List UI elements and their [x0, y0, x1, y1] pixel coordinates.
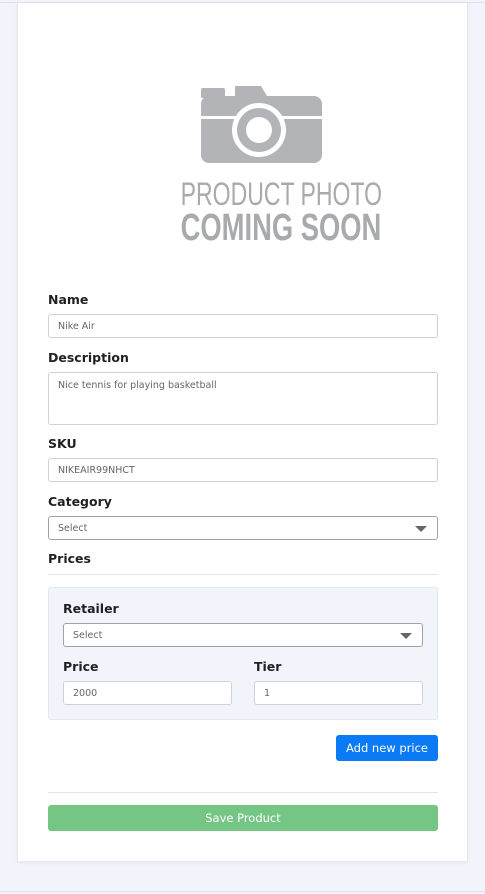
prices-divider	[48, 574, 438, 575]
camera-icon	[201, 86, 322, 163]
product-form-card: PRODUCT PHOTO COMING SOON Name Nike Air …	[17, 3, 468, 862]
category-label: Category	[48, 494, 112, 509]
tier-input[interactable]: 1	[254, 681, 423, 705]
sku-label: SKU	[48, 436, 77, 451]
chevron-down-icon	[400, 633, 412, 639]
price-entry-panel: Retailer Select Price 2000 Tier 1	[48, 587, 438, 720]
description-textarea[interactable]: Nice tennis for playing basketball	[48, 372, 438, 425]
category-select[interactable]: Select	[48, 516, 438, 540]
retailer-label: Retailer	[63, 601, 119, 616]
retailer-select[interactable]: Select	[63, 623, 423, 647]
photo-caption-line2: COMING SOON	[180, 207, 382, 249]
product-photo-placeholder: PRODUCT PHOTO COMING SOON	[156, 83, 382, 249]
add-new-price-button[interactable]: Add new price	[336, 735, 438, 761]
price-input[interactable]: 2000	[63, 681, 232, 705]
name-input[interactable]: Nike Air	[48, 314, 438, 338]
chevron-down-icon	[415, 526, 427, 532]
category-select-value: Select	[58, 522, 88, 534]
prices-heading: Prices	[48, 551, 91, 566]
bottom-border	[0, 891, 485, 892]
price-label: Price	[63, 659, 99, 674]
name-label: Name	[48, 292, 89, 307]
retailer-select-value: Select	[73, 629, 103, 641]
save-product-button[interactable]: Save Product	[48, 805, 438, 831]
footer-divider	[48, 792, 438, 793]
sku-input[interactable]: NIKEAIR99NHCT	[48, 458, 438, 482]
tier-label: Tier	[254, 659, 282, 674]
description-label: Description	[48, 350, 129, 365]
